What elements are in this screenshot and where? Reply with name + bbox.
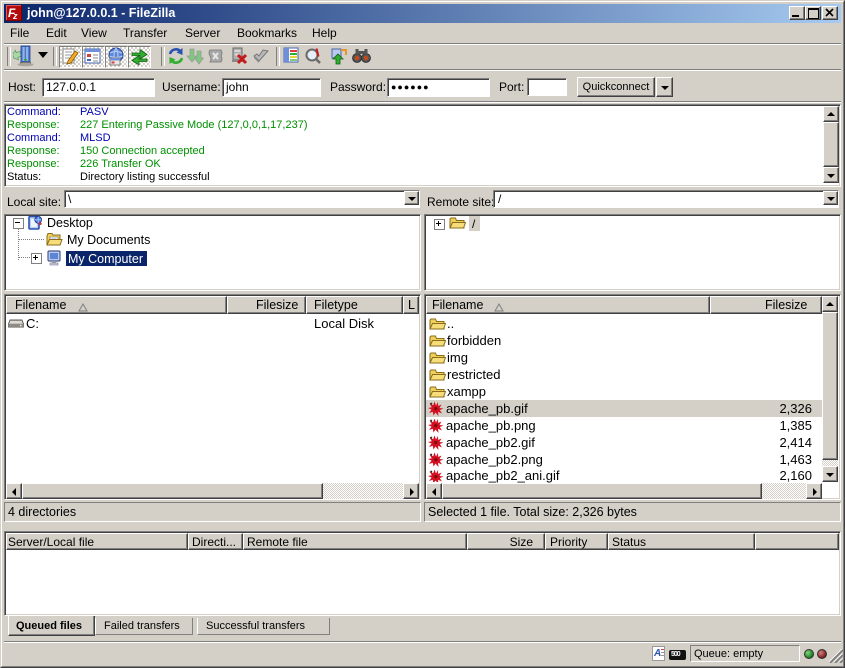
svg-text:z: z xyxy=(12,11,18,21)
